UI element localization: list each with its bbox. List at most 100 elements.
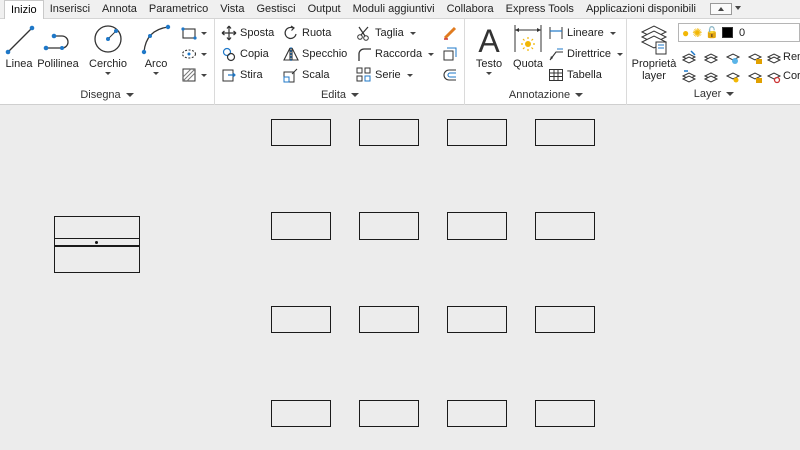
testo-dropdown-icon[interactable] — [486, 72, 492, 75]
drawing-canvas[interactable] — [0, 106, 800, 450]
linea-button[interactable]: Linea — [4, 22, 35, 70]
tab-annota[interactable]: Annota — [96, 0, 143, 18]
specchio-button[interactable]: Specchio — [283, 45, 347, 63]
polilinea-button[interactable]: Polilinea — [37, 22, 79, 70]
hatch-ellipse-icon[interactable] — [181, 46, 197, 62]
erase-icon[interactable] — [442, 25, 458, 41]
drawing-rect[interactable] — [359, 212, 419, 240]
direttrice-dropdown-icon[interactable] — [617, 52, 624, 56]
quota-label: Quota — [513, 58, 543, 70]
sposta-button[interactable]: Sposta — [221, 24, 274, 42]
layer-match-icon[interactable] — [703, 68, 719, 84]
rectangle-icon[interactable] — [181, 25, 197, 41]
block-top-rect[interactable] — [54, 216, 140, 239]
proprieta-layer-button[interactable]: Proprietà layer — [630, 22, 678, 82]
proprieta-line2: layer — [642, 70, 666, 82]
serie-dropdown-icon[interactable] — [406, 73, 413, 77]
layer-off-icon[interactable] — [681, 49, 697, 65]
taglia-dropdown-icon[interactable] — [409, 31, 416, 35]
lineare-button[interactable]: Lineare — [548, 24, 616, 42]
drawing-rect[interactable] — [271, 306, 331, 333]
raccorda-dropdown-icon[interactable] — [428, 52, 435, 56]
ribbon-options-dropdown-icon[interactable] — [735, 6, 742, 10]
serie-label: Serie — [375, 69, 401, 81]
panel-title-annotazione[interactable]: Annotazione — [466, 89, 626, 103]
layer-lock-icon[interactable] — [747, 49, 763, 65]
arco-dropdown-icon[interactable] — [153, 72, 159, 75]
taglia-button[interactable]: Taglia — [356, 24, 416, 42]
stretch-icon — [222, 69, 236, 82]
tab-express-tools[interactable]: Express Tools — [500, 0, 580, 18]
layer-rename-icon[interactable] — [766, 49, 782, 65]
drawing-rect[interactable] — [535, 306, 595, 333]
drawing-rect[interactable] — [271, 119, 331, 146]
sun-icon: ✺ — [692, 25, 703, 40]
drawing-rect[interactable] — [535, 400, 595, 427]
panel-title-disegna[interactable]: Disegna — [0, 89, 214, 103]
tab-collabora[interactable]: Collabora — [441, 0, 500, 18]
tab-inserisci[interactable]: Inserisci — [44, 0, 96, 18]
arco-button[interactable]: Arco — [140, 22, 172, 75]
block-bottom-rect[interactable] — [54, 246, 140, 273]
layer-unlock-icon[interactable] — [747, 68, 763, 84]
text-icon: A — [478, 23, 500, 56]
scala-button[interactable]: Scala — [283, 66, 330, 84]
layer-copy-objects-icon[interactable] — [766, 68, 782, 84]
layer-make-current-icon[interactable] — [681, 68, 697, 84]
cerchio-label: Cerchio — [89, 58, 127, 70]
stira-button[interactable]: Stira — [221, 66, 263, 84]
ribbon-minimize-button[interactable] — [710, 3, 733, 15]
hatch-icon[interactable] — [181, 67, 197, 83]
hatch-dropdown-icon[interactable] — [201, 74, 207, 77]
drawing-rect[interactable] — [447, 400, 507, 427]
drawing-rect[interactable] — [447, 306, 507, 333]
explode-icon[interactable] — [442, 46, 458, 62]
ribbon: Linea Polilinea Cerchio Arco Disegna Spo… — [0, 19, 800, 105]
tab-moduli-aggiuntivi[interactable]: Moduli aggiuntivi — [347, 0, 441, 18]
layer-rename-label[interactable]: Ren — [783, 48, 800, 66]
drawing-rect[interactable] — [359, 119, 419, 146]
ellipse-dropdown-icon[interactable] — [201, 53, 207, 56]
drawing-rect[interactable] — [271, 212, 331, 240]
drawing-rect[interactable] — [535, 212, 595, 240]
direttrice-button[interactable]: Direttrice — [548, 45, 624, 63]
drawing-rect[interactable] — [447, 212, 507, 240]
panel-title-edita[interactable]: Edita — [216, 89, 464, 103]
tabella-button[interactable]: Tabella — [548, 66, 602, 84]
tab-output[interactable]: Output — [302, 0, 347, 18]
drawing-rect[interactable] — [359, 400, 419, 427]
testo-button[interactable]: A Testo — [472, 22, 506, 75]
copia-label: Copia — [240, 48, 269, 60]
drawing-rect[interactable] — [359, 306, 419, 333]
rectangle-dropdown-icon[interactable] — [201, 32, 207, 35]
tab-parametrico[interactable]: Parametrico — [143, 0, 214, 18]
layer-copy-label[interactable]: Cor — [783, 67, 800, 85]
panel-title-layer[interactable]: Layer — [628, 88, 800, 102]
cerchio-dropdown-icon[interactable] — [105, 72, 111, 75]
drawing-rect[interactable] — [271, 400, 331, 427]
raccorda-button[interactable]: Raccorda — [356, 45, 435, 63]
block-insertion-point — [95, 241, 98, 244]
drawing-rect[interactable] — [535, 119, 595, 146]
lightbulb-icon: ● — [682, 25, 690, 40]
layer-title-text: Layer — [693, 88, 722, 100]
tabella-label: Tabella — [567, 69, 602, 81]
ruota-label: Ruota — [302, 27, 332, 39]
layer-freeze-icon[interactable] — [725, 49, 741, 65]
tab-vista[interactable]: Vista — [214, 0, 250, 18]
layer-thaw-icon[interactable] — [725, 68, 741, 84]
ruota-button[interactable]: Ruota — [283, 24, 331, 42]
drawing-rect[interactable] — [447, 119, 507, 146]
offset-icon[interactable] — [442, 67, 458, 83]
cerchio-button[interactable]: Cerchio — [88, 22, 128, 75]
quota-button[interactable]: Quota — [512, 22, 544, 70]
serie-button[interactable]: Serie — [356, 66, 413, 84]
layer-isolate-icon[interactable] — [703, 49, 719, 65]
lineare-dropdown-icon[interactable] — [609, 31, 616, 35]
taglia-label: Taglia — [375, 27, 404, 39]
copia-button[interactable]: Copia — [221, 45, 269, 63]
tab-applicazioni-disponibili[interactable]: Applicazioni disponibili — [580, 0, 702, 18]
tab-gestisci[interactable]: Gestisci — [250, 0, 301, 18]
tab-inizio[interactable]: Inizio — [4, 0, 44, 20]
layer-dropdown[interactable]: ● ✺ 🔓 0 — [678, 23, 800, 42]
